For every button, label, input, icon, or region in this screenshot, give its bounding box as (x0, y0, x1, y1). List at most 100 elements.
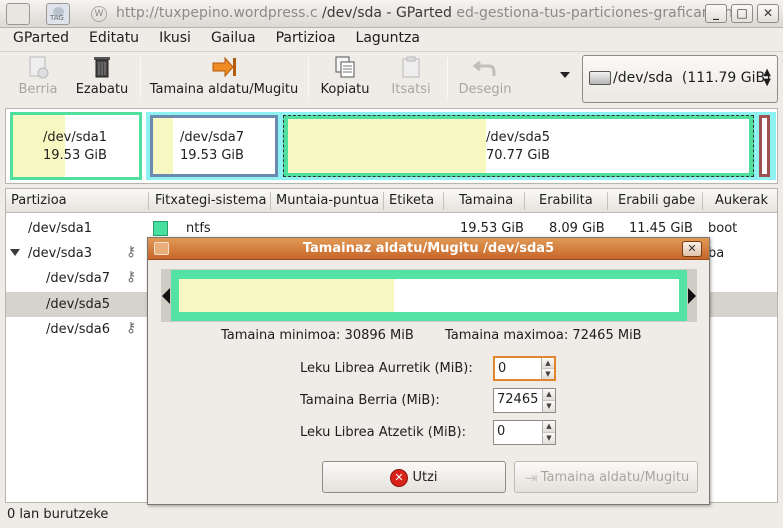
column-partition[interactable]: Partizioa (11, 193, 67, 208)
key-icon: ⚷ (126, 269, 137, 285)
dialog-title: Tamainaz aldatu/Mugitu /dev/sda5 (302, 241, 555, 256)
undo-button[interactable]: Desegin (452, 54, 518, 102)
free-after-input[interactable] (497, 424, 539, 439)
tag-icon[interactable]: TAG (46, 3, 70, 25)
spin-down-icon[interactable]: ▼ (542, 432, 555, 444)
menu-device[interactable]: Gailua (199, 28, 264, 50)
column-size[interactable]: Tamaina (459, 193, 513, 208)
resize-move-button[interactable]: Tamaina aldatu/Mugitu (147, 54, 301, 102)
menu-edit[interactable]: Editatu (77, 28, 147, 50)
updown-arrows-icon: ▲ ▼ (763, 67, 771, 88)
free-before-input[interactable] (498, 361, 540, 376)
partition-name: /dev/sda1 (28, 221, 92, 236)
delete-button[interactable]: Ezabatu (72, 54, 132, 102)
maximize-button[interactable]: □ (731, 4, 753, 23)
new-button[interactable]: Berria (10, 54, 66, 102)
minimize-button[interactable]: _ (705, 4, 727, 23)
disk-partition-sda1[interactable]: /dev/sda1 19.53 GiB (10, 112, 142, 180)
column-divider (524, 192, 525, 210)
menu-partition[interactable]: Partizioa (264, 28, 344, 50)
unused-value: 11.45 GiB (629, 221, 693, 236)
menu-gparted[interactable]: GParted (0, 28, 77, 50)
resize-move-apply-button[interactable]: ⇥ Tamaina aldatu/Mugitu (514, 461, 698, 493)
new-partition-icon (25, 54, 51, 80)
harddisk-icon (589, 71, 611, 85)
copy-icon (332, 54, 358, 80)
disk-extended-partition[interactable]: /dev/sda7 19.53 GiB /dev/sda5 70.77 GiB (146, 112, 776, 180)
spin-up-icon[interactable]: ▲ (542, 421, 555, 433)
dialog-close-button[interactable]: ✕ (682, 241, 702, 257)
status-bar: 0 lan burutzeke (7, 507, 109, 522)
apply-label: Tamaina aldatu/Mugitu (540, 470, 690, 485)
expander-icon[interactable] (10, 249, 20, 256)
column-filesystem[interactable]: Fitxategi-sistema (155, 193, 266, 208)
dialog-title-bar: Tamainaz aldatu/Mugitu /dev/sda5 ✕ (148, 238, 709, 260)
partition-bar-inner (179, 279, 679, 312)
toolbar-separator (140, 58, 141, 98)
flags-value: ba (708, 246, 725, 261)
column-used[interactable]: Erabilita (539, 193, 593, 208)
undo-arrow-icon (472, 54, 498, 80)
resize-arrow-icon (211, 54, 237, 80)
partition-label: /dev/sda1 19.53 GiB (43, 130, 107, 163)
free-before-label: Leku Librea Aurretik (MiB): (300, 361, 473, 376)
paste-button[interactable]: Itsatsi (382, 54, 440, 102)
max-size-label: Tamaina maximoa: 72465 MiB (445, 328, 642, 343)
used-space-fill (179, 279, 394, 312)
free-before-spinbox[interactable]: ▲ ▼ (493, 356, 556, 381)
filesystem-color-swatch (153, 221, 168, 236)
spin-down-icon[interactable]: ▼ (542, 400, 555, 412)
undo-label: Desegin (458, 82, 512, 97)
key-icon: ⚷ (126, 244, 137, 260)
spin-up-icon[interactable]: ▲ (542, 389, 555, 401)
copy-button[interactable]: Kopiatu (316, 54, 374, 102)
trash-icon (89, 54, 115, 80)
title-bar: TAG W http://tuxpepino.wordpress.c /dev/… (0, 0, 783, 28)
menu-help[interactable]: Laguntza (344, 28, 428, 50)
partition-name: /dev/sda3 (28, 246, 92, 261)
right-resize-handle[interactable] (688, 288, 696, 304)
paste-label: Itsatsi (391, 82, 431, 97)
partition-bar[interactable] (171, 270, 687, 321)
column-divider (607, 192, 608, 210)
partition-name: /dev/sda6 (46, 322, 110, 337)
disk-partition-sda6[interactable] (759, 115, 770, 177)
new-size-spinbox[interactable]: ▲ ▼ (493, 388, 556, 413)
disk-partition-sda5[interactable]: /dev/sda5 70.77 GiB (283, 115, 754, 177)
resize-graphic (161, 269, 697, 322)
cancel-label: Utzi (412, 470, 438, 485)
chevron-down-icon[interactable] (560, 72, 570, 78)
free-after-spinbox[interactable]: ▲ ▼ (493, 420, 556, 445)
resize-label: Tamaina aldatu/Mugitu (149, 82, 299, 97)
resize-move-dialog: Tamainaz aldatu/Mugitu /dev/sda5 ✕ Tamai… (147, 237, 710, 505)
column-divider (443, 192, 444, 210)
column-label[interactable]: Etiketa (389, 193, 434, 208)
partition-label: /dev/sda5 70.77 GiB (486, 130, 550, 163)
left-resize-handle[interactable] (162, 288, 170, 304)
toolbar: Berria Ezabatu Tamaina aldatu/Mugitu Kop… (0, 51, 783, 104)
paste-icon (398, 54, 424, 80)
device-selector[interactable]: /dev/sda (111.79 GiB) ▲ ▼ (582, 55, 778, 103)
new-size-input[interactable] (497, 392, 539, 407)
column-mountpoint[interactable]: Muntaia-puntua (276, 193, 379, 208)
table-header: Partizioa Fitxategi-sistema Muntaia-punt… (6, 189, 777, 213)
used-value: 8.09 GiB (549, 221, 605, 236)
spin-down-icon[interactable]: ▼ (541, 368, 554, 379)
column-unused[interactable]: Erabili gabe (618, 193, 695, 208)
key-icon: ⚷ (126, 320, 137, 336)
cancel-button[interactable]: ✕ Utzi (322, 461, 506, 493)
disk-map: /dev/sda1 19.53 GiB /dev/sda7 19.53 GiB /d… (5, 108, 778, 184)
window-title: http://tuxpepino.wordpress.c /dev/sda - … (116, 5, 752, 21)
close-button[interactable]: ✕ (757, 4, 779, 23)
delete-label: Ezabatu (75, 82, 129, 97)
app-menu-icon[interactable] (6, 3, 30, 25)
partition-name: /dev/sda7 (46, 271, 110, 286)
menu-view[interactable]: Ikusi (147, 28, 199, 50)
partition-name: /dev/sda5 (46, 297, 110, 312)
column-flags[interactable]: Aukerak (715, 193, 768, 208)
min-size-label: Tamaina minimoa: 30896 MiB (221, 328, 414, 343)
spin-up-icon[interactable]: ▲ (541, 358, 554, 369)
toolbar-separator (308, 58, 309, 98)
device-selector-label: /dev/sda (111.79 GiB) (613, 70, 771, 86)
disk-partition-sda7[interactable]: /dev/sda7 19.53 GiB (150, 115, 278, 177)
